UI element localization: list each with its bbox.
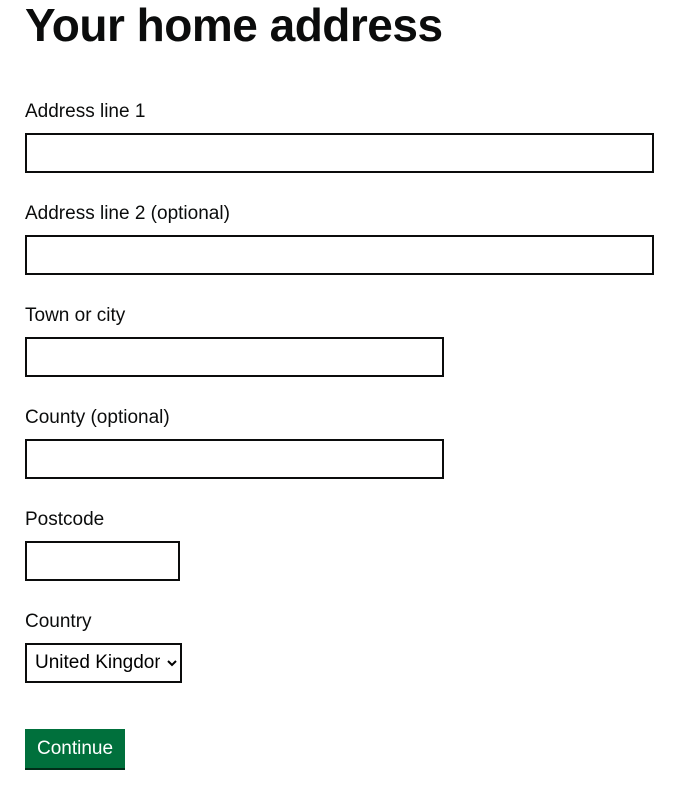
county-input[interactable] — [25, 439, 444, 479]
county-label: County (optional) — [25, 407, 654, 429]
address-line-2-label: Address line 2 (optional) — [25, 203, 654, 225]
address-line-2-input[interactable] — [25, 235, 654, 275]
address-line-1-input[interactable] — [25, 133, 654, 173]
country-select[interactable]: United Kingdom — [25, 643, 182, 683]
address-line-1-label: Address line 1 — [25, 101, 654, 123]
postcode-label: Postcode — [25, 509, 654, 531]
country-label: Country — [25, 611, 654, 633]
address-form: Address line 1 Address line 2 (optional)… — [25, 101, 654, 768]
continue-button[interactable]: Continue — [25, 729, 125, 768]
town-input[interactable] — [25, 337, 444, 377]
page-title: Your home address — [25, 0, 654, 51]
postcode-input[interactable] — [25, 541, 180, 581]
town-label: Town or city — [25, 305, 654, 327]
